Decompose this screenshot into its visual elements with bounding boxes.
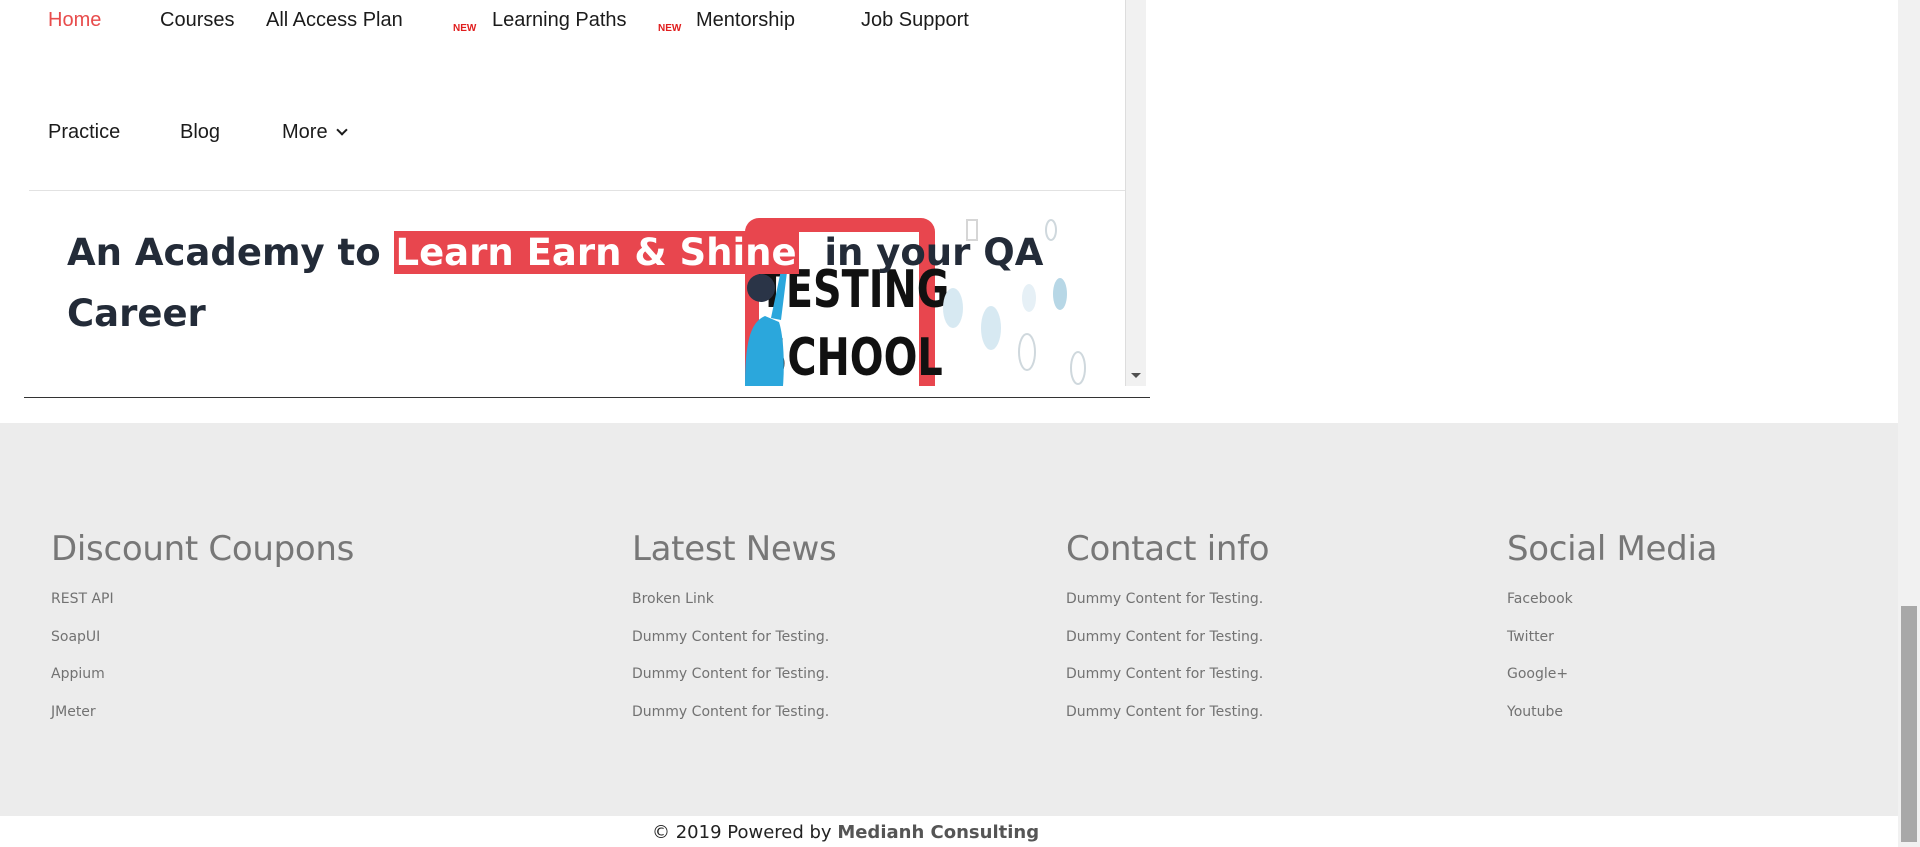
nav-more[interactable]: More — [282, 121, 348, 144]
copyright-brand-link[interactable]: Medianh Consulting — [837, 822, 1039, 843]
footer-heading: Latest News — [632, 529, 837, 569]
hero-title-suffix: in your QA — [798, 231, 1044, 274]
nav-mentorship[interactable]: Mentorship — [696, 9, 795, 32]
footer-link[interactable]: Broken Link — [632, 591, 836, 629]
nav-divider — [29, 190, 1125, 191]
footer-link[interactable]: SoapUI — [51, 629, 354, 667]
footer-link[interactable]: Dummy Content for Testing. — [1066, 629, 1269, 667]
nav-practice[interactable]: Practice — [48, 121, 120, 144]
footer-link[interactable]: Dummy Content for Testing. — [1066, 704, 1269, 742]
footer-link-twitter[interactable]: Twitter — [1507, 629, 1717, 667]
footer-heading: Social Media — [1507, 529, 1718, 569]
nav-learning-paths[interactable]: Learning Paths — [492, 9, 627, 32]
nav-home[interactable]: Home — [48, 9, 101, 32]
nav-blog[interactable]: Blog — [180, 121, 220, 144]
nav-more-label: More — [282, 121, 328, 143]
footer-link[interactable]: Dummy Content for Testing. — [632, 704, 836, 742]
footer-heading: Discount Coupons — [51, 529, 355, 569]
new-badge: NEW — [658, 23, 682, 34]
footer-col-social-media: Social Media Facebook Twitter Google+ Yo… — [1507, 529, 1717, 742]
footer-link-youtube[interactable]: Youtube — [1507, 704, 1717, 742]
footer-col-contact-info: Contact info Dummy Content for Testing. … — [1066, 529, 1270, 742]
new-badge: NEW — [453, 23, 477, 34]
footer-link[interactable]: Dummy Content for Testing. — [632, 666, 836, 704]
iframe-scrollbar[interactable] — [1126, 0, 1146, 386]
footer-link-google-plus[interactable]: Google+ — [1507, 666, 1717, 704]
footer-col-discount-coupons: Discount Coupons REST API SoapUI Appium … — [51, 529, 354, 742]
nav-courses[interactable]: Courses — [160, 9, 234, 32]
footer-link-facebook[interactable]: Facebook — [1507, 591, 1717, 629]
iframe-content: Home Courses All Access Plan NEW Learnin… — [29, 0, 1126, 386]
embedded-iframe[interactable]: Home Courses All Access Plan NEW Learnin… — [24, 0, 1150, 398]
footer-heading: Contact info — [1066, 529, 1270, 569]
page-scrollbar-thumb[interactable] — [1901, 606, 1917, 842]
nav-all-access-plan[interactable]: All Access Plan — [266, 9, 403, 32]
page-scrollbar[interactable] — [1898, 0, 1920, 847]
footer: Discount Coupons REST API SoapUI Appium … — [0, 423, 1898, 816]
footer-link[interactable]: REST API — [51, 591, 354, 629]
copyright-prefix: © 2019 Powered by — [652, 822, 838, 843]
hero-title: An Academy to Learn Earn & Shine in your… — [67, 222, 1067, 344]
scroll-down-arrow-icon[interactable] — [1131, 373, 1141, 378]
footer-link[interactable]: Dummy Content for Testing. — [632, 629, 836, 667]
footer-col-latest-news: Latest News Broken Link Dummy Content fo… — [632, 529, 837, 742]
footer-link[interactable]: Appium — [51, 666, 354, 704]
nav-job-support[interactable]: Job Support — [861, 9, 969, 32]
hero-title-prefix: An Academy to — [67, 231, 394, 274]
footer-link[interactable]: Dummy Content for Testing. — [1066, 666, 1269, 704]
footer-link[interactable]: Dummy Content for Testing. — [1066, 591, 1269, 629]
copyright-text: © 2019 Powered by Medianh Consulting — [652, 822, 1039, 843]
copyright-bar: © 2019 Powered by Medianh Consulting — [0, 816, 1898, 847]
chevron-down-icon — [335, 124, 348, 136]
hero-title-line2: Career — [67, 292, 206, 335]
hero-title-highlight: Learn Earn & Shine — [393, 231, 799, 274]
footer-link[interactable]: JMeter — [51, 704, 354, 742]
